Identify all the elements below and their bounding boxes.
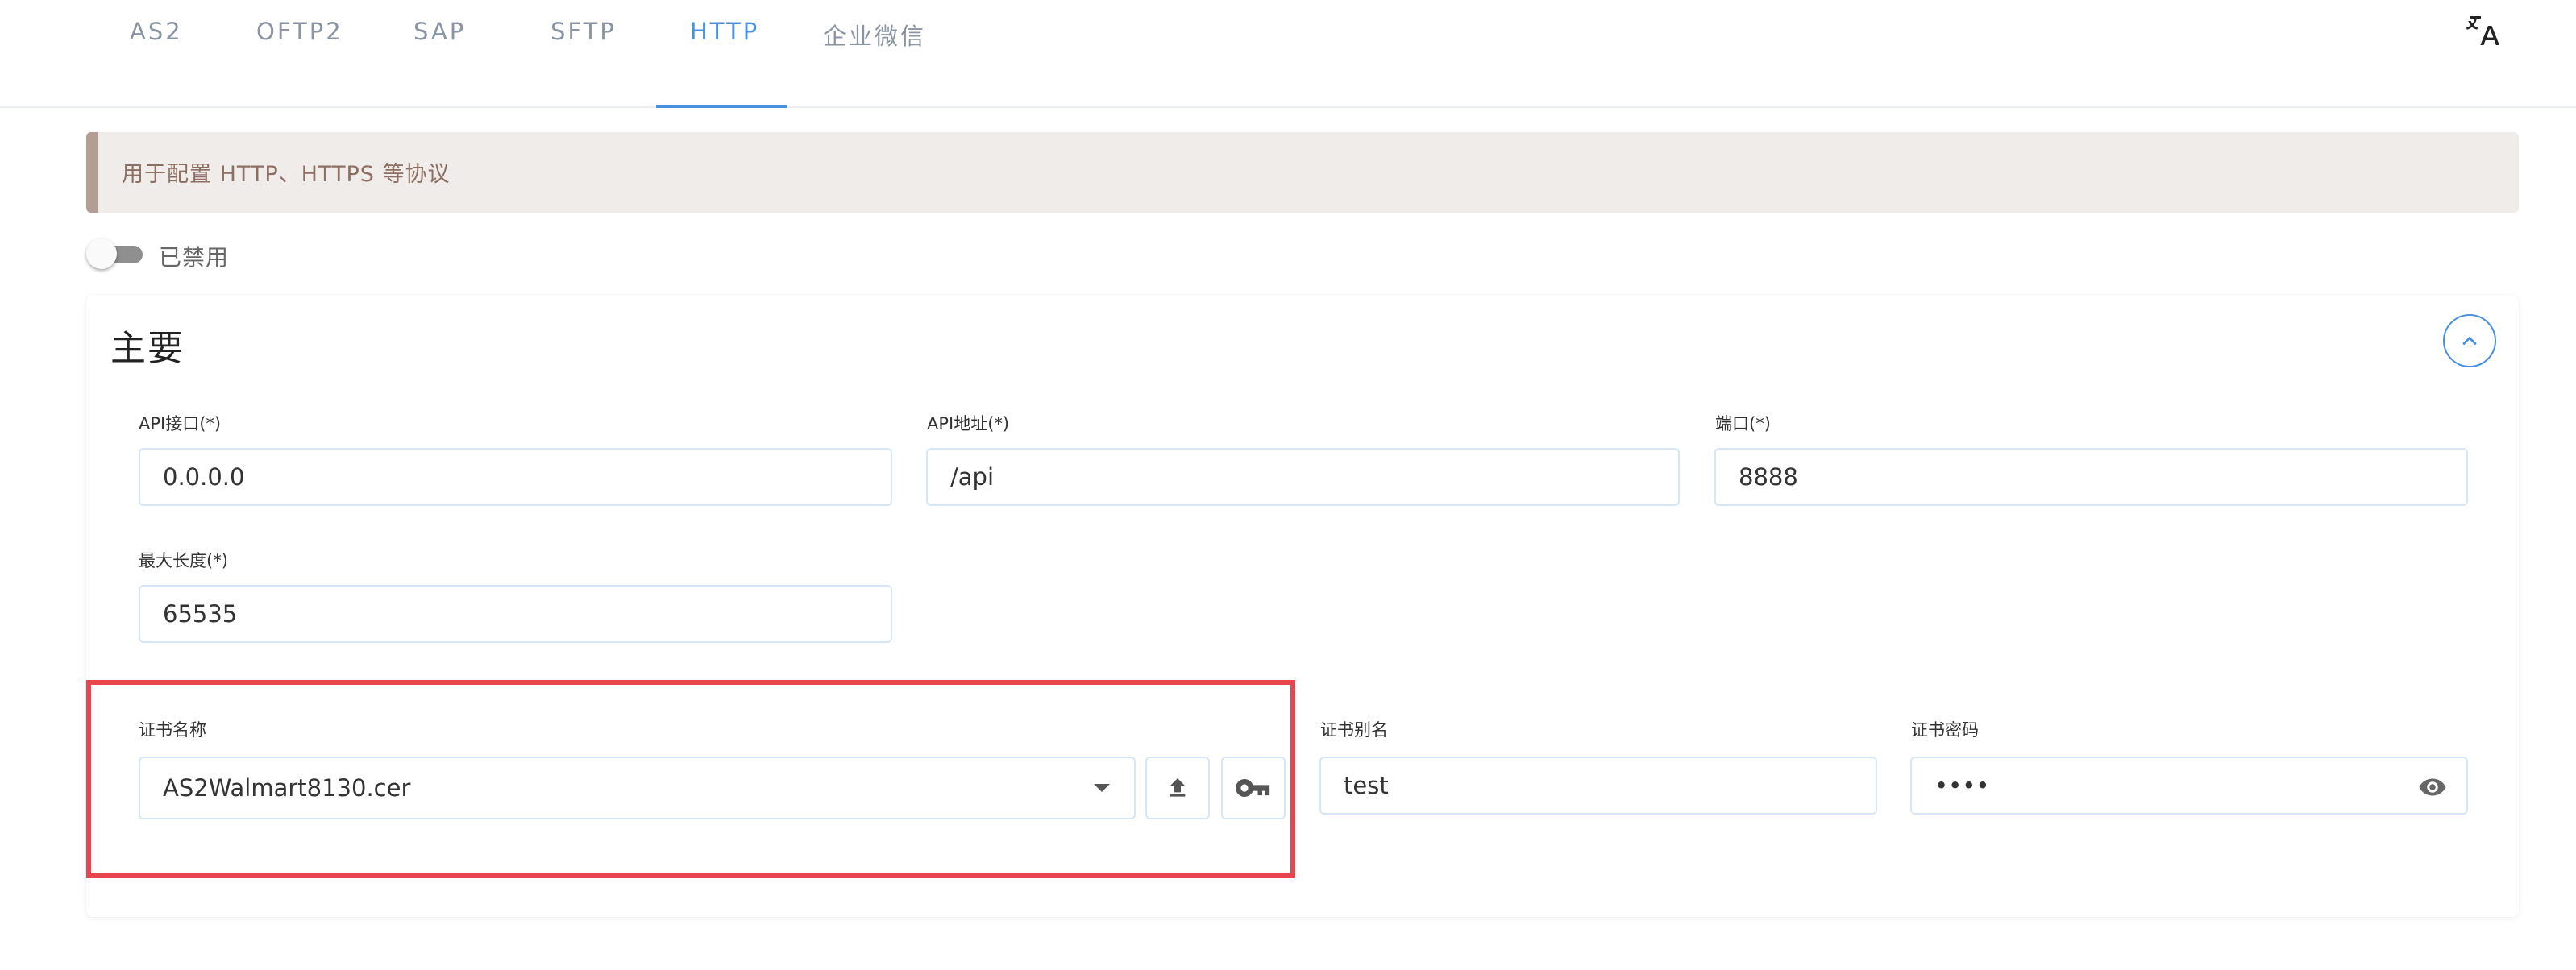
cert-name-label: 证书名称 (139, 720, 206, 740)
cert-alias-label: 证书别名 (1320, 720, 1388, 740)
api-address-label: API地址(*) (927, 414, 1010, 433)
api-interface-label: API接口(*) (139, 414, 222, 433)
cert-password-label: 证书密码 (1911, 720, 1979, 740)
enable-toggle[interactable] (86, 238, 143, 269)
max-length-input[interactable]: 65535 (139, 585, 892, 643)
translate-icon[interactable] (2465, 11, 2503, 50)
cert-password-input[interactable]: •••• (1910, 757, 2468, 815)
port-input[interactable]: 8888 (1714, 448, 2468, 506)
cert-alias-input[interactable]: test (1319, 757, 1877, 815)
key-icon (1236, 778, 1270, 797)
cert-password-value: •••• (1934, 772, 1990, 799)
protocol-tab-bar: AS2 OFTP2 SAP SFTP HTTP 企业微信 (0, 0, 2576, 108)
tab-as2[interactable]: AS2 (130, 18, 183, 45)
tab-http[interactable]: HTTP (690, 18, 759, 45)
cert-name-value: AS2Walmart8130.cer (163, 774, 411, 802)
http-config-page: AS2 OFTP2 SAP SFTP HTTP 企业微信 用于配置 HTTP、H… (0, 0, 2576, 970)
tab-oftp2[interactable]: OFTP2 (256, 18, 343, 45)
toggle-label: 已禁用 (159, 244, 230, 271)
chevron-up-icon (2462, 337, 2477, 345)
card-title: 主要 (110, 328, 185, 369)
tab-sap[interactable]: SAP (413, 18, 466, 45)
max-length-label: 最大长度(*) (139, 551, 228, 570)
collapse-button[interactable] (2443, 314, 2496, 367)
active-tab-indicator (656, 105, 787, 108)
key-button[interactable] (1221, 757, 1286, 819)
toggle-thumb (86, 238, 117, 269)
api-interface-input[interactable]: 0.0.0.0 (139, 448, 892, 506)
info-banner: 用于配置 HTTP、HTTPS 等协议 (86, 132, 2519, 213)
banner-accent-bar (86, 132, 98, 213)
cert-name-select[interactable]: AS2Walmart8130.cer (139, 757, 1136, 819)
main-settings-card: 主要 API接口(*) 0.0.0.0 API地址(*) /api 端口(*) … (86, 295, 2519, 917)
eye-icon[interactable] (2416, 773, 2449, 802)
api-address-input[interactable]: /api (926, 448, 1680, 506)
banner-text: 用于配置 HTTP、HTTPS 等协议 (122, 162, 451, 187)
upload-icon (1170, 778, 1186, 797)
port-label: 端口(*) (1715, 414, 1771, 433)
upload-cert-button[interactable] (1145, 757, 1210, 819)
tab-wecom[interactable]: 企业微信 (823, 18, 926, 52)
tab-sftp[interactable]: SFTP (551, 18, 617, 45)
caret-down-icon (1094, 784, 1110, 792)
